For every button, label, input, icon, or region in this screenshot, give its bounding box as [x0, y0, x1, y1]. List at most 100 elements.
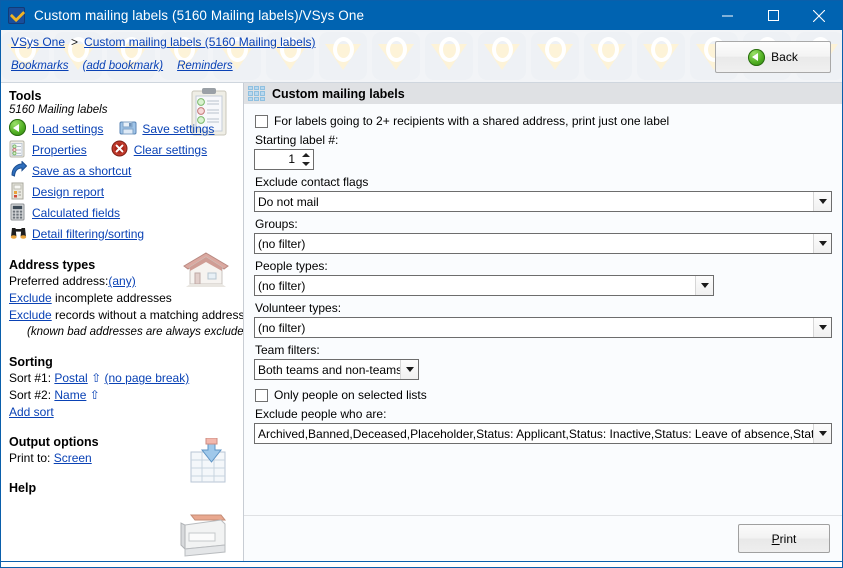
sort-2-field[interactable]: Name	[54, 388, 86, 402]
sort-2-row: Sort #2: Name ⇧	[1, 387, 243, 404]
detail-filtering-sorting-link[interactable]: Detail filtering/sorting	[32, 227, 144, 241]
print-button-accel: P	[771, 531, 780, 546]
green-back-arrow-icon	[748, 48, 766, 66]
watermark-tile	[531, 32, 579, 80]
sort-2-label: Sort #2:	[9, 388, 52, 402]
chevron-down-icon[interactable]	[813, 424, 831, 443]
preferred-address-value[interactable]: (any)	[108, 274, 135, 288]
window-body: Tools 5160 Mailing labels Load settings	[1, 83, 842, 561]
calculated-fields-link[interactable]: Calculated fields	[32, 206, 120, 220]
tools-row-5: Calculated fields	[1, 202, 243, 223]
sort-table-icon	[190, 438, 226, 483]
blue-shortcut-arrow-icon	[9, 160, 28, 180]
exclude-contact-flags-label: Exclude contact flags	[255, 175, 369, 189]
main-panel: Custom mailing labels For labels going t…	[244, 83, 842, 561]
sorting-heading: Sorting	[9, 355, 53, 369]
label-grid-icon	[248, 86, 265, 101]
tools-row-1: Load settings Save settings	[1, 118, 243, 139]
reminders-link[interactable]: Reminders	[177, 60, 233, 72]
starting-label-stepper[interactable]: 1	[254, 149, 314, 170]
breadcrumb-current[interactable]: Custom mailing labels (5160 Mailing labe…	[84, 35, 315, 49]
exclude-nomatch-text: records without a matching address	[55, 308, 244, 322]
load-settings-link[interactable]: Load settings	[32, 122, 103, 136]
volunteer-types-label: Volunteer types:	[255, 301, 342, 315]
application-window: Custom mailing labels (5160 Mailing labe…	[0, 0, 843, 568]
sort-1-label: Sort #1:	[9, 371, 52, 385]
exclude-incomplete-link[interactable]: Exclude	[9, 291, 52, 305]
add-sort-link[interactable]: Add sort	[9, 405, 54, 419]
starting-label-spin-buttons[interactable]	[298, 150, 313, 169]
exclude-people-select[interactable]: Archived,Banned,Deceased,Placeholder,Sta…	[254, 423, 832, 444]
header-band: VSys One > Custom mailing labels (5160 Mai…	[1, 30, 842, 83]
add-sort-row: Add sort	[1, 404, 243, 421]
people-types-select[interactable]: (no filter)	[254, 275, 714, 296]
add-bookmark-link[interactable]: (add bookmark)	[83, 60, 164, 72]
exclude-nomatch-link[interactable]: Exclude	[9, 308, 52, 322]
clear-settings-link[interactable]: Clear settings	[134, 143, 207, 157]
back-button[interactable]: Back	[715, 41, 831, 73]
print-to-label: Print to:	[9, 451, 51, 465]
sort-1-direction-icon[interactable]: ⇧	[91, 371, 101, 385]
volunteer-types-value: (no filter)	[258, 320, 306, 335]
watermark-tile	[319, 32, 367, 80]
chevron-down-icon[interactable]	[695, 276, 713, 295]
window-controls	[704, 1, 842, 30]
save-as-shortcut-link[interactable]: Save as a shortcut	[32, 164, 131, 178]
properties-link[interactable]: Properties	[32, 143, 87, 157]
save-settings-link[interactable]: Save settings	[142, 122, 214, 136]
calculator-icon	[9, 203, 28, 222]
minimize-icon[interactable]	[704, 1, 750, 30]
spin-up-icon[interactable]	[298, 150, 313, 160]
starting-label-value[interactable]: 1	[255, 150, 298, 169]
breadcrumb-separator: >	[71, 35, 79, 49]
sort-1-field[interactable]: Postal	[54, 371, 87, 385]
window-title: Custom mailing labels (5160 Mailing labe…	[34, 8, 365, 23]
breadcrumb-root[interactable]: VSys One	[11, 35, 65, 49]
design-report-icon	[9, 182, 28, 201]
bookmarks-link[interactable]: Bookmarks	[11, 60, 69, 72]
panel-header: Custom mailing labels	[244, 83, 842, 104]
print-button[interactable]: Print	[738, 524, 830, 553]
chevron-down-icon[interactable]	[813, 234, 831, 253]
close-icon[interactable]	[796, 1, 842, 30]
window-bottom-edge	[1, 561, 842, 567]
maximize-icon[interactable]	[750, 1, 796, 30]
only-selected-lists-row[interactable]: Only people on selected lists	[255, 388, 832, 402]
print-to-value[interactable]: Screen	[54, 451, 92, 465]
spin-down-icon[interactable]	[298, 160, 313, 170]
team-filters-select[interactable]: Both teams and non-teams	[254, 359, 419, 380]
sort-2-direction-icon[interactable]: ⇧	[90, 388, 100, 402]
printer-icon	[180, 514, 227, 557]
tools-row-6: Detail filtering/sorting	[1, 223, 243, 244]
chevron-down-icon[interactable]	[400, 360, 418, 379]
groups-select[interactable]: (no filter)	[254, 233, 832, 254]
shared-address-checkbox-row[interactable]: For labels going to 2+ recipients with a…	[255, 114, 832, 128]
floppy-disk-icon	[119, 119, 138, 138]
only-selected-lists-label: Only people on selected lists	[274, 388, 427, 402]
design-report-link[interactable]: Design report	[32, 185, 104, 199]
panel-title: Custom mailing labels	[272, 86, 405, 101]
watermark-tile	[478, 32, 526, 80]
vsys-shield-icon	[8, 6, 26, 25]
exclude-contact-flags-select[interactable]: Do not mail	[254, 191, 832, 212]
exclude-incomplete-row: Exclude incomplete addresses	[1, 290, 243, 307]
shared-address-checkbox[interactable]	[255, 114, 268, 128]
red-x-circle-icon	[111, 140, 130, 159]
tools-row-2: Properties Clear settings	[1, 139, 243, 160]
volunteer-types-select[interactable]: (no filter)	[254, 317, 832, 338]
exclude-people-label: Exclude people who are:	[255, 407, 387, 421]
only-selected-lists-checkbox[interactable]	[255, 388, 268, 402]
exclude-people-value: Archived,Banned,Deceased,Placeholder,Sta…	[258, 426, 813, 441]
team-filters-label: Team filters:	[255, 343, 320, 357]
groups-label: Groups:	[255, 217, 298, 231]
sort-1-row: Sort #1: Postal ⇧ (no page break)	[1, 370, 243, 387]
house-icon	[183, 252, 229, 287]
sidebar: Tools 5160 Mailing labels Load settings	[1, 83, 244, 561]
watermark-tile	[584, 32, 632, 80]
chevron-down-icon[interactable]	[813, 318, 831, 337]
watermark-tile	[372, 32, 420, 80]
chevron-down-icon[interactable]	[813, 192, 831, 211]
sort-1-pagebreak[interactable]: (no page break)	[104, 371, 189, 385]
watermark-tile	[425, 32, 473, 80]
bookmark-bar: Bookmarks (add bookmark) Reminders	[11, 60, 247, 72]
